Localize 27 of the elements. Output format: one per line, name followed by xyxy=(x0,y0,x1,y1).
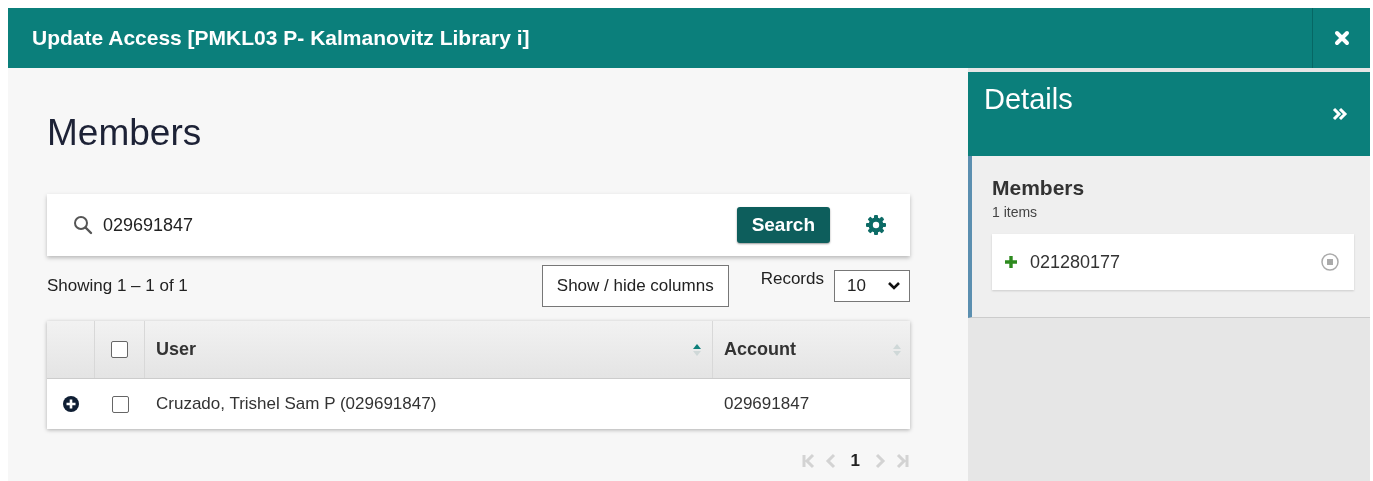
checkbox[interactable] xyxy=(111,395,129,413)
column-header[interactable]: User xyxy=(145,321,713,378)
settings-icon[interactable] xyxy=(864,213,888,237)
table-cell-text: 029691847 xyxy=(723,393,811,415)
search-bar[interactable]: 029691847 Search xyxy=(47,194,910,256)
item-count: 1 items xyxy=(992,204,1039,220)
page-title: Members xyxy=(47,111,203,155)
close-icon xyxy=(1332,29,1351,47)
search-field[interactable]: 029691847 xyxy=(101,209,737,241)
plus-icon xyxy=(1004,255,1018,269)
search-icon xyxy=(73,215,93,235)
expand-icon[interactable] xyxy=(62,395,80,413)
member-id: 021280177 xyxy=(1030,251,1122,273)
table-cell-text: Cruzado, Trishel Sam P (029691847) xyxy=(155,393,438,415)
checkbox[interactable] xyxy=(111,341,128,358)
column-header[interactable]: Account xyxy=(713,321,910,378)
page-number[interactable]: 1 xyxy=(844,451,866,471)
records-select[interactable]: 10 xyxy=(834,270,910,302)
chevron-down-icon xyxy=(887,281,901,291)
results-count: Showing 1 – 1 of 1 xyxy=(47,276,189,296)
records-label: Records xyxy=(760,269,824,289)
details-title: Details xyxy=(984,82,1073,116)
search-button[interactable]: Search xyxy=(736,207,830,243)
window-title: Update Access [PMKL03 P- Kalmanovitz Library i] xyxy=(31,26,531,50)
collapse-icon[interactable] xyxy=(1332,107,1348,121)
show-hide-columns-button[interactable]: Show / hide columns xyxy=(541,265,729,307)
section-title: Members xyxy=(992,176,1086,200)
